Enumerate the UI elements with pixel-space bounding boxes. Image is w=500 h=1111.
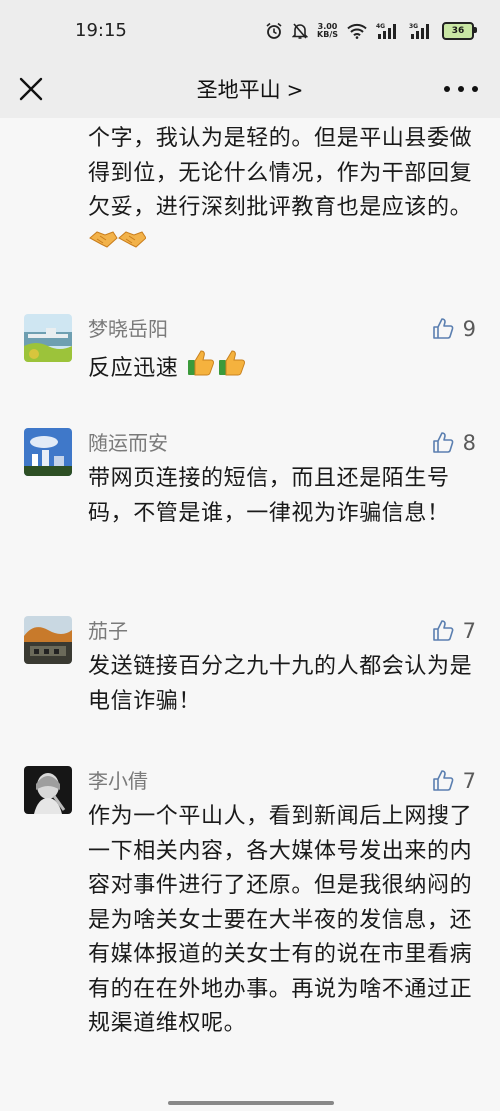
- like-count: 9: [462, 317, 476, 341]
- comment-author[interactable]: 茄子: [88, 616, 128, 646]
- thumbs-up-emoji-icon: [186, 348, 248, 390]
- more-dot-icon: [472, 86, 478, 92]
- battery-icon: 36: [442, 22, 477, 40]
- more-button[interactable]: [444, 76, 478, 102]
- svg-text:4G: 4G: [376, 23, 385, 30]
- network-speed: 3.00 KB/S: [317, 22, 338, 39]
- more-dot-icon: [458, 86, 464, 92]
- home-indicator[interactable]: [168, 1101, 334, 1105]
- chevron-right-icon[interactable]: >: [287, 78, 304, 102]
- status-bar: 19:15 3.00 KB/S 4G 3G 36: [0, 0, 500, 62]
- signal-4g-icon: 4G: [376, 22, 400, 40]
- comments-list[interactable]: 个字，我认为是轻的。但是平山县委做得到位，无论什么情况，作为干部回复欠妥，进行深…: [0, 118, 500, 1111]
- alarm-icon: [265, 22, 283, 40]
- like-count: 7: [462, 619, 476, 643]
- comment-text: 发送链接百分之九十九的人都会认为是电信诈骗！: [88, 654, 473, 714]
- thumbs-up-icon: [432, 770, 454, 791]
- comment-author[interactable]: 随运而安: [88, 428, 168, 458]
- like-count: 8: [462, 431, 476, 455]
- mute-bell-icon: [292, 22, 309, 40]
- comment-text: 作为一个平山人，看到新闻后上网搜了一下相关内容，各大媒体号发出来的内容对事件进行…: [88, 804, 473, 1036]
- avatar[interactable]: [24, 616, 72, 664]
- comment-author[interactable]: 梦晓岳阳: [88, 314, 168, 344]
- thumbs-up-icon: [432, 432, 454, 453]
- signal-3g-icon: 3G: [409, 22, 433, 40]
- wifi-icon: [347, 23, 367, 39]
- avatar[interactable]: [24, 428, 72, 476]
- comment-author[interactable]: 李小倩: [88, 766, 148, 796]
- status-icons: 3.00 KB/S 4G 3G 36: [265, 20, 477, 42]
- thumbs-up-icon: [432, 620, 454, 641]
- svg-text:3G: 3G: [409, 23, 418, 30]
- page-title-text[interactable]: 圣地平山: [197, 78, 281, 102]
- avatar[interactable]: [24, 766, 72, 814]
- handshake-icon: [88, 226, 147, 264]
- partial-comment-text: 个字，我认为是轻的。但是平山县委做得到位，无论什么情况，作为干部回复欠妥，进行深…: [88, 122, 473, 263]
- status-time: 19:15: [75, 20, 127, 41]
- nav-bar: 圣地平山 >: [0, 62, 500, 118]
- like-count: 7: [462, 769, 476, 793]
- thumbs-up-icon: [432, 318, 454, 339]
- like-button[interactable]: 9: [431, 314, 476, 344]
- avatar[interactable]: [24, 314, 72, 362]
- more-dot-icon: [444, 86, 450, 92]
- like-button[interactable]: 8: [431, 428, 476, 458]
- comment-text: 反应迅速: [88, 348, 473, 390]
- page-title[interactable]: 圣地平山 >: [0, 74, 500, 104]
- comment-text: 带网页连接的短信，而且还是陌生号码，不管是谁，一律视为诈骗信息！: [88, 466, 450, 526]
- like-button[interactable]: 7: [431, 766, 476, 796]
- like-button[interactable]: 7: [431, 616, 476, 646]
